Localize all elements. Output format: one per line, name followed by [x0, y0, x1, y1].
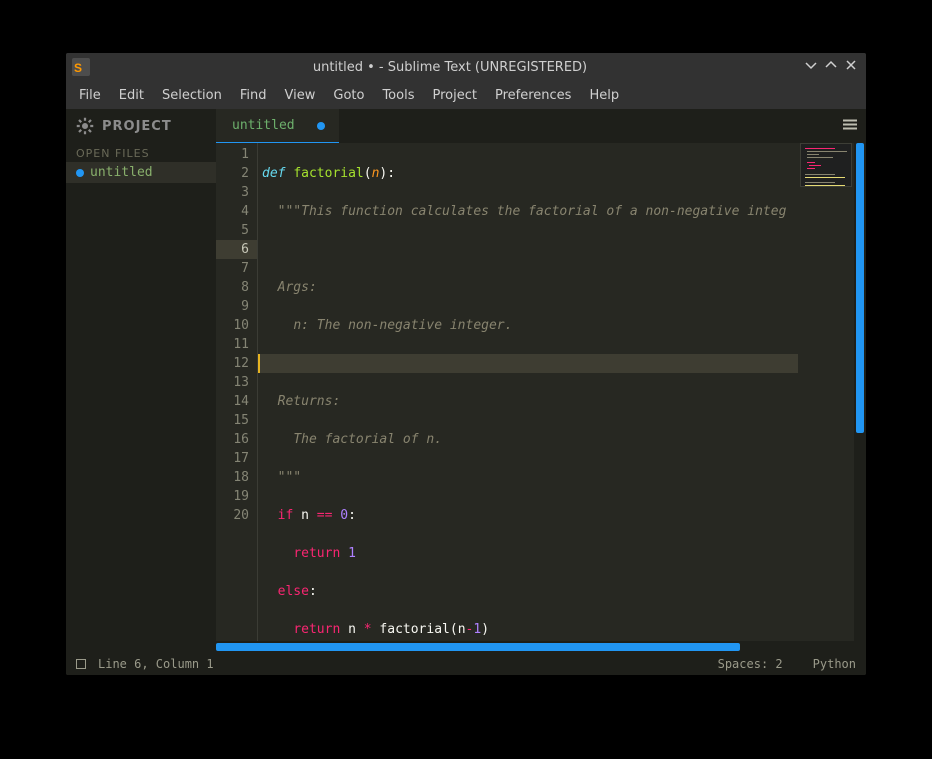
window-title: untitled • - Sublime Text (UNREGISTERED)	[96, 60, 804, 75]
menu-tools[interactable]: Tools	[373, 84, 423, 107]
dirty-dot-icon	[317, 122, 325, 130]
line-number[interactable]: 8	[216, 278, 257, 297]
scrollbar-thumb[interactable]	[856, 143, 864, 433]
minimap[interactable]	[798, 143, 854, 641]
minimize-icon[interactable]	[804, 58, 818, 76]
line-number[interactable]: 17	[216, 449, 257, 468]
menu-preferences[interactable]: Preferences	[486, 84, 580, 107]
line-number[interactable]: 14	[216, 392, 257, 411]
line-number[interactable]: 19	[216, 487, 257, 506]
line-number[interactable]: 12	[216, 354, 257, 373]
status-syntax[interactable]: Python	[813, 657, 856, 671]
vertical-scrollbar[interactable]	[854, 143, 866, 641]
app-icon: S	[72, 58, 90, 76]
scrollbar-thumb[interactable]	[216, 643, 740, 651]
line-number[interactable]: 3	[216, 183, 257, 202]
maximize-icon[interactable]	[824, 58, 838, 76]
gear-icon	[76, 117, 94, 135]
code-editor[interactable]: def factorial(n): """This function calcu…	[258, 143, 798, 641]
line-number[interactable]: 20	[216, 506, 257, 525]
menu-file[interactable]: File	[70, 84, 110, 107]
title-bar[interactable]: S untitled • - Sublime Text (UNREGISTERE…	[66, 53, 866, 81]
menu-find[interactable]: Find	[231, 84, 276, 107]
tab-menu-icon[interactable]	[842, 117, 858, 136]
menu-view[interactable]: View	[276, 84, 325, 107]
line-number[interactable]: 9	[216, 297, 257, 316]
line-number[interactable]: 1	[216, 145, 257, 164]
sidebar: PROJECT OPEN FILES untitled	[66, 109, 216, 653]
app-window: S untitled • - Sublime Text (UNREGISTERE…	[66, 53, 866, 675]
status-bar: Line 6, Column 1 Spaces: 2 Python	[66, 653, 866, 675]
menu-selection[interactable]: Selection	[153, 84, 231, 107]
menu-project[interactable]: Project	[423, 84, 485, 107]
line-number[interactable]: 11	[216, 335, 257, 354]
tab-untitled[interactable]: untitled	[216, 109, 339, 143]
line-number[interactable]: 5	[216, 221, 257, 240]
line-number[interactable]: 2	[216, 164, 257, 183]
horizontal-scrollbar[interactable]	[216, 641, 866, 653]
status-indent[interactable]: Spaces: 2	[718, 657, 783, 671]
sidebar-open-files-label: OPEN FILES	[66, 143, 216, 162]
line-number[interactable]: 13	[216, 373, 257, 392]
line-number[interactable]: 6	[216, 240, 257, 259]
minimap-viewport[interactable]	[800, 143, 852, 187]
line-number[interactable]: 7	[216, 259, 257, 278]
close-icon[interactable]	[844, 58, 858, 76]
line-number[interactable]: 4	[216, 202, 257, 221]
sidebar-project-header[interactable]: PROJECT	[66, 109, 216, 143]
sidebar-open-file[interactable]: untitled	[66, 162, 216, 183]
line-number-gutter[interactable]: 1 2 3 4 5 6 7 8 9 10 11 12 13 14 15 16 1	[216, 143, 258, 641]
menu-goto[interactable]: Goto	[324, 84, 373, 107]
menu-bar: File Edit Selection Find View Goto Tools…	[66, 81, 866, 109]
menu-edit[interactable]: Edit	[110, 84, 153, 107]
tab-label: untitled	[232, 118, 295, 133]
tab-bar: untitled	[216, 109, 866, 143]
panel-switcher-icon[interactable]	[76, 659, 86, 669]
line-number[interactable]: 15	[216, 411, 257, 430]
line-number[interactable]: 16	[216, 430, 257, 449]
sidebar-open-file-name: untitled	[90, 165, 153, 180]
line-number[interactable]: 18	[216, 468, 257, 487]
line-number[interactable]: 10	[216, 316, 257, 335]
sidebar-project-label: PROJECT	[102, 119, 172, 134]
dirty-dot-icon	[76, 169, 84, 177]
status-line-col[interactable]: Line 6, Column 1	[98, 657, 214, 671]
menu-help[interactable]: Help	[580, 84, 628, 107]
